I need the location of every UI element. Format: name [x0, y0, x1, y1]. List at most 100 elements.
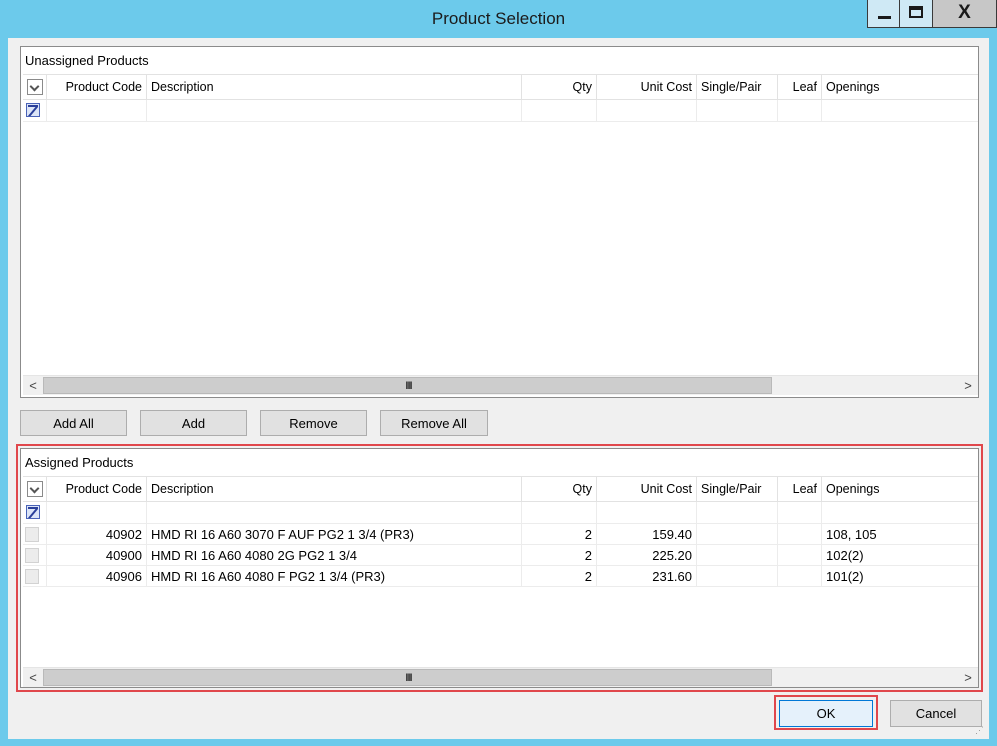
column-chooser-icon[interactable]: [27, 481, 43, 497]
cell-unit-cost[interactable]: 225.20: [597, 545, 697, 566]
col-header-qty[interactable]: Qty: [522, 477, 597, 501]
scroll-right-button[interactable]: >: [958, 376, 978, 395]
filter-cell-leaf[interactable]: [778, 502, 822, 523]
resize-grip-icon[interactable]: ⋰: [975, 725, 985, 735]
filter-cell-qty[interactable]: [522, 100, 597, 121]
row-selector[interactable]: [25, 548, 39, 563]
maximize-button[interactable]: [900, 0, 933, 28]
unassigned-products-grid[interactable]: Unassigned Products Product Code Descrip…: [20, 46, 979, 398]
add-button[interactable]: Add: [140, 410, 247, 436]
cell-single-pair[interactable]: [697, 566, 778, 587]
cell-single-pair[interactable]: [697, 545, 778, 566]
minimize-button[interactable]: [867, 0, 900, 28]
filter-cell-product-code[interactable]: [47, 100, 147, 121]
minimize-icon: [878, 16, 891, 19]
row-selector[interactable]: [25, 569, 39, 584]
table-row[interactable]: 40906 HMD RI 16 A60 4080 F PG2 1 3/4 (PR…: [23, 566, 978, 587]
column-chooser-icon[interactable]: [27, 79, 43, 95]
filter-cell-unit-cost[interactable]: [597, 100, 697, 121]
close-icon: X: [958, 2, 971, 23]
row-selector[interactable]: [25, 527, 39, 542]
filter-cell-openings[interactable]: [822, 502, 978, 523]
assigned-filter-row[interactable]: [23, 502, 978, 524]
row-selector-cell[interactable]: [23, 524, 47, 545]
unassigned-products-caption: Unassigned Products: [25, 53, 149, 68]
cell-description[interactable]: HMD RI 16 A60 3070 F AUF PG2 1 3/4 (PR3): [147, 524, 522, 545]
cell-openings[interactable]: 108, 105: [822, 524, 978, 545]
title-bar: Product Selection X: [0, 0, 997, 38]
col-header-description[interactable]: Description: [147, 75, 522, 99]
cell-product-code[interactable]: 40900: [47, 545, 147, 566]
cell-product-code[interactable]: 40906: [47, 566, 147, 587]
cell-description[interactable]: HMD RI 16 A60 4080 F PG2 1 3/4 (PR3): [147, 566, 522, 587]
cell-leaf[interactable]: [778, 566, 822, 587]
cell-single-pair[interactable]: [697, 524, 778, 545]
col-header-leaf[interactable]: Leaf: [778, 75, 822, 99]
close-button[interactable]: X: [933, 0, 997, 28]
scroll-thumb[interactable]: III: [43, 669, 772, 686]
filter-icon-cell[interactable]: [23, 502, 47, 523]
window-controls: X: [867, 0, 997, 28]
cell-leaf[interactable]: [778, 524, 822, 545]
cell-openings[interactable]: 102(2): [822, 545, 978, 566]
cell-leaf[interactable]: [778, 545, 822, 566]
unassigned-horizontal-scrollbar[interactable]: < III >: [23, 375, 978, 395]
col-header-product-code[interactable]: Product Code: [47, 477, 147, 501]
remove-all-button[interactable]: Remove All: [380, 410, 488, 436]
maximize-icon: [909, 6, 923, 18]
cell-qty[interactable]: 2: [522, 545, 597, 566]
add-all-button[interactable]: Add All: [20, 410, 127, 436]
cancel-button[interactable]: Cancel: [890, 700, 982, 727]
cell-unit-cost[interactable]: 159.40: [597, 524, 697, 545]
filter-cell-qty[interactable]: [522, 502, 597, 523]
col-header-leaf[interactable]: Leaf: [778, 477, 822, 501]
col-header-single-pair[interactable]: Single/Pair: [697, 75, 778, 99]
cell-product-code[interactable]: 40902: [47, 524, 147, 545]
col-header-openings[interactable]: Openings: [822, 75, 978, 99]
filter-cell-leaf[interactable]: [778, 100, 822, 121]
assigned-products-grid[interactable]: Assigned Products Product Code Descripti…: [20, 448, 979, 688]
filter-icon[interactable]: [26, 103, 40, 117]
table-row[interactable]: 40902 HMD RI 16 A60 3070 F AUF PG2 1 3/4…: [23, 524, 978, 545]
filter-cell-single-pair[interactable]: [697, 100, 778, 121]
window-title: Product Selection: [431, 9, 566, 28]
filter-cell-product-code[interactable]: [47, 502, 147, 523]
cell-description[interactable]: HMD RI 16 A60 4080 2G PG2 1 3/4: [147, 545, 522, 566]
col-header-single-pair[interactable]: Single/Pair: [697, 477, 778, 501]
filter-cell-openings[interactable]: [822, 100, 978, 121]
filter-cell-description[interactable]: [147, 100, 522, 121]
cell-unit-cost[interactable]: 231.60: [597, 566, 697, 587]
cell-qty[interactable]: 2: [522, 566, 597, 587]
remove-button[interactable]: Remove: [260, 410, 367, 436]
assigned-horizontal-scrollbar[interactable]: < III >: [23, 667, 978, 687]
scroll-grip: III: [405, 672, 412, 684]
unassigned-filter-row[interactable]: [23, 100, 978, 122]
column-chooser-cell[interactable]: [23, 75, 47, 99]
assigned-grid-header: Product Code Description Qty Unit Cost S…: [23, 476, 978, 502]
filter-icon[interactable]: [26, 505, 40, 519]
col-header-unit-cost[interactable]: Unit Cost: [597, 477, 697, 501]
scroll-thumb[interactable]: III: [43, 377, 772, 394]
col-header-qty[interactable]: Qty: [522, 75, 597, 99]
ok-button[interactable]: OK: [779, 700, 873, 727]
row-selector-cell[interactable]: [23, 566, 47, 587]
scroll-left-button[interactable]: <: [23, 376, 43, 395]
table-row[interactable]: 40900 HMD RI 16 A60 4080 2G PG2 1 3/4 2 …: [23, 545, 978, 566]
col-header-openings[interactable]: Openings: [822, 477, 978, 501]
filter-cell-unit-cost[interactable]: [597, 502, 697, 523]
unassigned-grid-header: Product Code Description Qty Unit Cost S…: [23, 74, 978, 100]
scroll-right-button[interactable]: >: [958, 668, 978, 687]
cell-openings[interactable]: 101(2): [822, 566, 978, 587]
col-header-description[interactable]: Description: [147, 477, 522, 501]
cell-qty[interactable]: 2: [522, 524, 597, 545]
assigned-products-caption: Assigned Products: [25, 455, 134, 470]
filter-icon-cell[interactable]: [23, 100, 47, 121]
column-chooser-cell[interactable]: [23, 477, 47, 501]
scroll-grip: III: [405, 380, 412, 392]
filter-cell-single-pair[interactable]: [697, 502, 778, 523]
row-selector-cell[interactable]: [23, 545, 47, 566]
filter-cell-description[interactable]: [147, 502, 522, 523]
col-header-product-code[interactable]: Product Code: [47, 75, 147, 99]
col-header-unit-cost[interactable]: Unit Cost: [597, 75, 697, 99]
scroll-left-button[interactable]: <: [23, 668, 43, 687]
